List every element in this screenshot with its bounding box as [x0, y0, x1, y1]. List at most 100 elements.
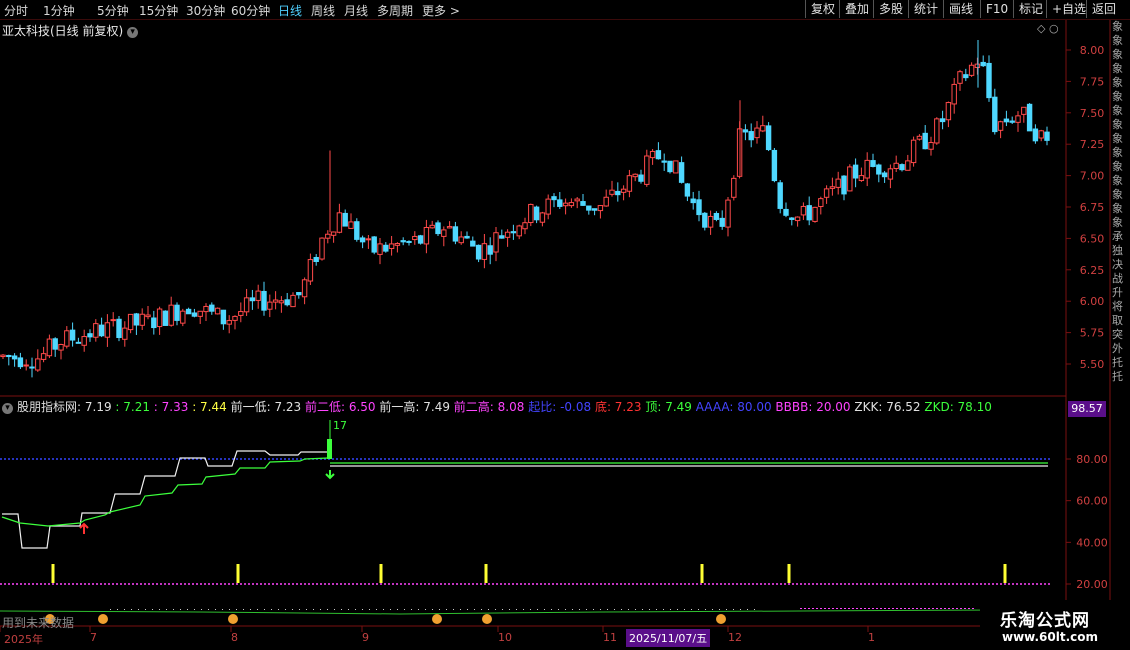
candle: [603, 196, 609, 207]
y-axis-label: 80.00: [1076, 453, 1108, 466]
candle: [748, 131, 754, 141]
bottom-dot: [868, 608, 870, 609]
candle: [615, 190, 621, 196]
candle: [707, 215, 714, 228]
bottom-dot: [642, 609, 643, 610]
bottom-dot: [418, 609, 419, 610]
bottom-dot: [852, 608, 854, 609]
note-icon: [432, 614, 442, 624]
candle: [133, 313, 140, 326]
yellow-marker: [787, 564, 791, 583]
period-tab-monthly[interactable]: 月线: [344, 2, 368, 19]
period-tab-fenshi[interactable]: 分时: [4, 2, 28, 19]
y-axis-label: 6.75: [1080, 201, 1105, 214]
multi-stock-button[interactable]: 多股: [873, 0, 908, 18]
candle: [673, 160, 679, 174]
mark-button[interactable]: 标记: [1013, 0, 1048, 18]
f10-button[interactable]: F10: [980, 0, 1013, 18]
candle: [539, 212, 546, 223]
overlay-button[interactable]: 叠加: [839, 0, 874, 18]
candle: [510, 231, 517, 234]
bottom-dot: [285, 609, 286, 610]
bottom-dot: [892, 608, 894, 609]
period-tab-60min[interactable]: 60分钟: [231, 2, 270, 19]
bottom-dot: [884, 608, 886, 609]
candle: [58, 343, 64, 351]
indicator-name[interactable]: 股朋指标网: [17, 400, 77, 414]
stock-title-text: 亚太科技(日线 前复权): [2, 24, 124, 38]
bottom-dot: [138, 609, 139, 610]
candle: [499, 235, 505, 239]
zkk-line: [2, 450, 328, 549]
bottom-dot: [271, 609, 272, 610]
candle: [272, 299, 279, 303]
candle: [632, 173, 638, 178]
back-button[interactable]: 返回: [1086, 0, 1121, 18]
candle: [916, 135, 923, 140]
period-tab-30min[interactable]: 30分钟: [186, 2, 225, 19]
period-tab-15min[interactable]: 15分钟: [139, 2, 178, 19]
candle: [458, 236, 464, 244]
bottom-dot: [369, 609, 370, 610]
y-axis-label: 6.00: [1080, 295, 1105, 308]
candle: [452, 226, 459, 242]
indicator-value: : 7.21: [111, 400, 150, 414]
indicator-menu-icon[interactable]: ▾: [2, 403, 13, 414]
candle: [203, 305, 209, 313]
candle: [934, 118, 940, 144]
bottom-dot: [187, 609, 188, 610]
bottom-dot: [754, 609, 755, 610]
draw-line-button[interactable]: 画线: [943, 0, 978, 18]
candle: [441, 229, 447, 237]
bottom-dot: [425, 609, 426, 610]
period-tab-multi[interactable]: 多周期: [377, 2, 413, 19]
candle: [319, 237, 325, 260]
indicator-value: 起比: -0.08: [524, 400, 592, 414]
candle: [145, 314, 151, 318]
bottom-dot: [844, 608, 846, 609]
period-tab-1min[interactable]: 1分钟: [43, 2, 75, 19]
period-tab-more[interactable]: 更多 >: [422, 2, 460, 19]
candle: [342, 212, 348, 227]
candle: [887, 168, 894, 180]
indicator-value: 前二高: 8.08: [449, 400, 525, 414]
candle: [435, 222, 441, 235]
x-axis-label: 8: [231, 631, 238, 644]
yellow-marker: [51, 564, 55, 583]
bottom-dot: [446, 609, 447, 610]
candle: [330, 231, 337, 236]
candle: [754, 127, 760, 139]
period-tab-daily[interactable]: 日线: [278, 2, 302, 19]
candle: [626, 175, 633, 192]
candle: [481, 243, 488, 260]
add-watchlist-button[interactable]: +自选: [1046, 0, 1091, 18]
bottom-dot: [180, 609, 181, 610]
candle: [725, 199, 731, 228]
candle: [354, 221, 360, 240]
chart-canvas[interactable]: 8.00 7.75 7.50 7.25 7.00 6.75 6.50 6.25 6.00 5.75…: [0, 0, 1130, 650]
indicator-value: BBBB: 20.00: [771, 400, 851, 414]
period-tab-5min[interactable]: 5分钟: [97, 2, 129, 19]
indicator-value: 顶: 7.49: [641, 400, 692, 414]
bottom-dot: [698, 609, 699, 610]
stock-title[interactable]: 亚太科技(日线 前复权) ▾: [2, 22, 139, 39]
candle: [841, 175, 847, 195]
candle: [388, 243, 395, 249]
bottom-dot: [593, 609, 594, 610]
indicator-value: : 7.19: [77, 400, 112, 414]
period-tab-weekly[interactable]: 周线: [311, 2, 335, 19]
indicator-values: : 7.19 : 7.21 : 7.33 : 7.44 前一低: 7.23 前二…: [77, 400, 992, 414]
bottom-dot: [928, 608, 930, 609]
candle: [40, 353, 47, 360]
candle: [383, 244, 389, 252]
bottom-dot: [956, 608, 958, 609]
candle: [963, 74, 969, 79]
chevron-down-icon[interactable]: ▾: [127, 27, 139, 38]
diamond-icon[interactable]: ◇ ○: [1037, 22, 1059, 35]
candle: [110, 319, 116, 322]
stats-button[interactable]: 统计: [908, 0, 943, 18]
candle: [806, 205, 812, 221]
candle: [713, 212, 720, 220]
bottom-dot: [390, 609, 391, 610]
fuquan-button[interactable]: 复权: [805, 0, 840, 18]
